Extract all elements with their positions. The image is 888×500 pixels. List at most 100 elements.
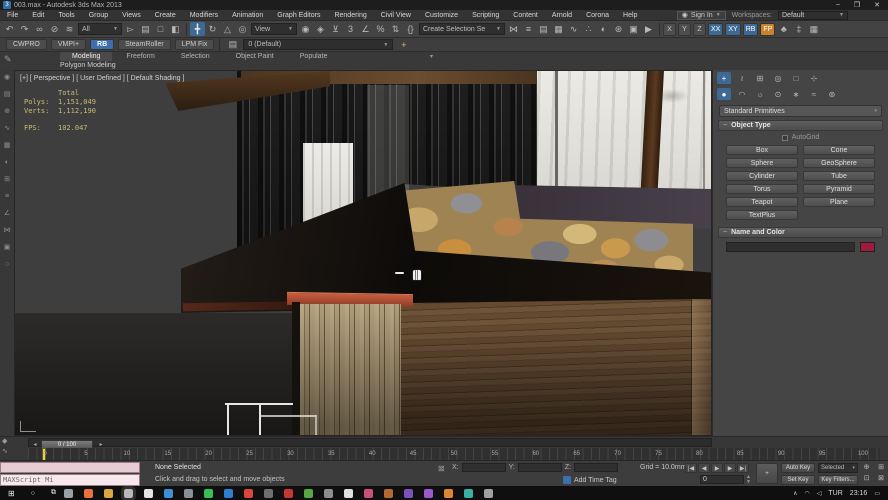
frame-tick-40[interactable]: 40 bbox=[369, 451, 376, 457]
select-object-icon[interactable]: ▻ bbox=[123, 22, 138, 36]
app-1[interactable] bbox=[63, 488, 73, 498]
modifiers[interactable]: Modifiers bbox=[183, 12, 225, 19]
frame-tick-100[interactable]: 100 bbox=[858, 451, 868, 457]
auto-key-button[interactable]: Auto Key bbox=[781, 463, 815, 473]
tube[interactable]: Tube bbox=[803, 171, 875, 181]
viewport-tool-9[interactable]: ∠ bbox=[4, 210, 10, 218]
viewport-tool-2[interactable]: ▤ bbox=[4, 91, 11, 99]
grid-tool-icon[interactable]: ▦ bbox=[806, 22, 821, 36]
use-pivot-center-icon[interactable]: ◉ bbox=[298, 22, 313, 36]
set-keys-button[interactable]: + bbox=[756, 463, 778, 484]
autogrid-checkbox[interactable] bbox=[781, 134, 788, 141]
clock[interactable]: 23:16 bbox=[850, 490, 868, 497]
torus[interactable]: Torus bbox=[726, 184, 798, 194]
scripting[interactable]: Scripting bbox=[465, 12, 506, 19]
select-and-manipulate-icon[interactable]: ◈ bbox=[313, 22, 328, 36]
sphere[interactable]: Sphere bbox=[726, 158, 798, 168]
frame-tick-70[interactable]: 70 bbox=[614, 451, 621, 457]
frame-tick-90[interactable]: 90 bbox=[778, 451, 785, 457]
category-cameras[interactable]: ⊙ bbox=[771, 88, 785, 100]
zoom-icon[interactable]: ⊕ bbox=[860, 462, 873, 472]
frame-spinner[interactable]: ▲ ▼ bbox=[746, 475, 751, 485]
z-coordinate-field[interactable] bbox=[574, 463, 619, 472]
viewport-tool-11[interactable]: ▣ bbox=[4, 244, 11, 252]
tab-display[interactable]: □ bbox=[789, 72, 803, 84]
app-9[interactable] bbox=[223, 488, 233, 498]
views[interactable]: Views bbox=[115, 12, 148, 19]
previous-frame-icon[interactable]: ◀ bbox=[698, 463, 710, 473]
help[interactable]: Help bbox=[616, 12, 644, 19]
group[interactable]: Group bbox=[82, 12, 115, 19]
name-color-header[interactable]: − Name and Color bbox=[718, 227, 883, 238]
viewport-tool-4[interactable]: ∿ bbox=[4, 125, 10, 133]
undo-icon[interactable]: ↶ bbox=[2, 22, 17, 36]
frame-tick-0[interactable]: 0 bbox=[43, 451, 46, 457]
frame-tick-75[interactable]: 75 bbox=[655, 451, 662, 457]
select-and-rotate-icon[interactable]: ↻ bbox=[205, 22, 220, 36]
task-view-icon[interactable]: ⧉ bbox=[43, 489, 64, 497]
set-key-button[interactable]: Set Key bbox=[781, 475, 815, 485]
frame-tick-30[interactable]: 30 bbox=[287, 451, 294, 457]
app-6[interactable] bbox=[163, 488, 173, 498]
category-lights[interactable]: ☼ bbox=[753, 88, 767, 100]
minimize-button[interactable]: – bbox=[836, 1, 840, 9]
animation[interactable]: Animation bbox=[225, 12, 270, 19]
frame-tick-60[interactable]: 60 bbox=[532, 451, 539, 457]
cwpro-button[interactable]: CWPRO bbox=[6, 39, 47, 50]
app-16[interactable] bbox=[363, 488, 373, 498]
maximize-button[interactable]: ❐ bbox=[854, 1, 860, 9]
category-shapes[interactable]: ◠ bbox=[735, 88, 749, 100]
zoom-all-icon[interactable]: ⊞ bbox=[875, 462, 888, 472]
corona[interactable]: Corona bbox=[579, 12, 616, 19]
rb-button[interactable]: RB bbox=[742, 22, 759, 36]
cylinder[interactable]: Cylinder bbox=[726, 171, 798, 181]
object-name-field[interactable] bbox=[726, 242, 855, 252]
viewport-tool-8[interactable]: ≡ bbox=[5, 193, 9, 201]
layer-dropdown[interactable]: 0 (Default) ▼ bbox=[243, 39, 394, 50]
polygon-modeling-section[interactable]: Polygon Modeling bbox=[60, 62, 116, 69]
category-geometry[interactable]: ● bbox=[717, 88, 731, 100]
app-notepad[interactable] bbox=[143, 488, 153, 498]
app-18[interactable] bbox=[403, 488, 413, 498]
frame-tick-85[interactable]: 85 bbox=[737, 451, 744, 457]
plane[interactable]: Plane bbox=[803, 197, 875, 207]
object-type-header[interactable]: − Object Type bbox=[718, 120, 883, 131]
app-20[interactable] bbox=[443, 488, 453, 498]
bind-to-spacewarp-icon[interactable]: ≋ bbox=[62, 22, 77, 36]
app-21[interactable] bbox=[463, 488, 473, 498]
render-setup-icon[interactable]: ⊛ bbox=[611, 22, 626, 36]
edit-named-sets-icon[interactable]: {} bbox=[403, 22, 418, 36]
xy-button[interactable]: XY bbox=[725, 22, 741, 36]
maxscript-script-line[interactable]: MAXScript Mi bbox=[0, 474, 140, 486]
sign-in-button[interactable]: ◉ Sign In ▼ bbox=[676, 10, 726, 20]
frame-tick-25[interactable]: 25 bbox=[246, 451, 253, 457]
frame-tick-35[interactable]: 35 bbox=[328, 451, 335, 457]
frame-tick-95[interactable]: 95 bbox=[819, 451, 826, 457]
content[interactable]: Content bbox=[506, 12, 545, 19]
app-19[interactable] bbox=[423, 488, 433, 498]
selection-lock-icon[interactable]: ⊠ bbox=[438, 464, 445, 473]
select-and-scale-icon[interactable]: △ bbox=[220, 22, 235, 36]
category-helpers[interactable]: ∗ bbox=[789, 88, 803, 100]
x-button[interactable]: X bbox=[663, 22, 676, 36]
tab-hierarchy[interactable]: ⊞ bbox=[753, 72, 767, 84]
viewport-tool-5[interactable]: ▦ bbox=[4, 142, 11, 150]
frame-tick-15[interactable]: 15 bbox=[164, 451, 171, 457]
coordinate-system-dropdown[interactable]: View ▼ bbox=[251, 23, 297, 35]
notification-center-icon[interactable]: ▭ bbox=[874, 490, 880, 497]
schematic-view-icon[interactable]: ∴ bbox=[581, 22, 596, 36]
volume-icon[interactable]: ◁ bbox=[817, 490, 822, 497]
geosphere[interactable]: GeoSphere bbox=[803, 158, 875, 168]
angle-snap-icon[interactable]: ∠ bbox=[358, 22, 373, 36]
file[interactable]: File bbox=[0, 12, 25, 19]
close-button[interactable]: ✕ bbox=[874, 1, 880, 9]
start-button[interactable]: ⊞ bbox=[0, 489, 23, 498]
frame-tick-20[interactable]: 20 bbox=[205, 451, 212, 457]
language-indicator[interactable]: TUR bbox=[828, 490, 842, 497]
perspective-viewport[interactable]: [+] [ Perspective ] [ User Defined ] [ D… bbox=[14, 70, 712, 436]
tab-utilities[interactable]: ⊹ bbox=[807, 72, 821, 84]
play-icon[interactable]: ▶ bbox=[711, 463, 723, 473]
current-frame-field[interactable]: 0 bbox=[700, 475, 744, 484]
layers-icon[interactable]: ▤ bbox=[225, 38, 240, 52]
keyboard-override-icon[interactable]: ⊻ bbox=[328, 22, 343, 36]
